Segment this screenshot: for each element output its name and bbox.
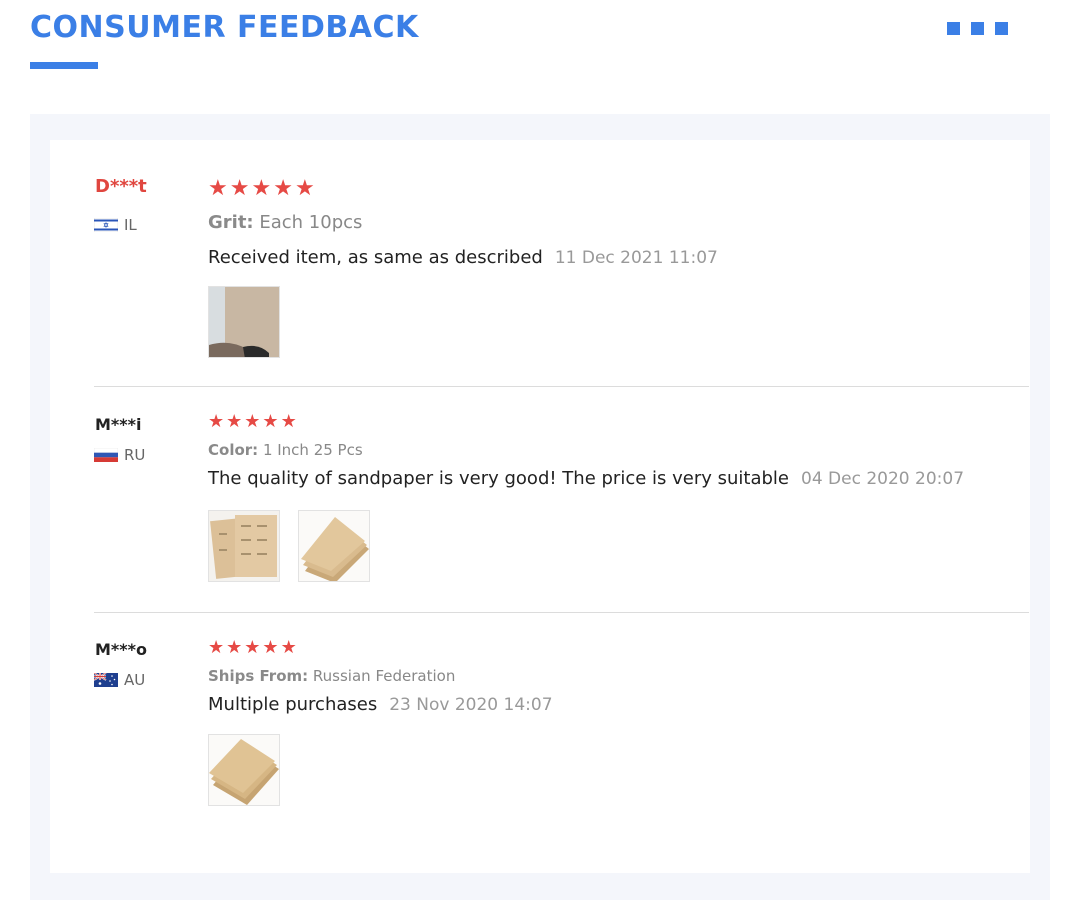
product-photo-image bbox=[209, 735, 279, 805]
review-date: 11 Dec 2021 11:07 bbox=[554, 248, 718, 268]
country-code: AU bbox=[124, 671, 146, 689]
star-icon: ★ bbox=[208, 176, 228, 201]
attribute-key: Ships From: bbox=[208, 667, 309, 685]
review-comment: Multiple purchases 23 Nov 2020 14:07 bbox=[208, 694, 553, 715]
square-icon bbox=[971, 22, 984, 35]
review-photo[interactable] bbox=[208, 510, 280, 582]
attribute-value: Each 10pcs bbox=[259, 212, 363, 233]
review-divider bbox=[94, 612, 1029, 613]
square-icon bbox=[995, 22, 1008, 35]
review-photo[interactable] bbox=[208, 286, 280, 358]
section-title: CONSUMER FEEDBACK bbox=[30, 10, 419, 45]
reviewer-name: D***t bbox=[95, 176, 147, 197]
star-icon: ★ bbox=[294, 176, 315, 201]
reviewer-country: IL bbox=[94, 216, 137, 234]
star-icon: ★ bbox=[262, 637, 279, 658]
star-rating: ★ ★ ★ ★ ★ bbox=[208, 639, 297, 657]
product-photo-image bbox=[209, 287, 279, 357]
star-icon: ★ bbox=[226, 637, 243, 658]
star-icon: ★ bbox=[251, 176, 272, 201]
review-date: 04 Dec 2020 20:07 bbox=[801, 469, 965, 489]
country-code: RU bbox=[124, 446, 146, 464]
star-icon: ★ bbox=[244, 637, 261, 658]
review-photo[interactable] bbox=[298, 510, 370, 582]
comment-text: Multiple purchases bbox=[208, 694, 378, 715]
reviewer-name: M***i bbox=[95, 415, 142, 434]
reviewer-country: RU bbox=[94, 446, 145, 464]
reviewer-name: M***o bbox=[95, 640, 148, 659]
star-icon: ★ bbox=[208, 637, 225, 658]
product-photo-image bbox=[209, 511, 279, 581]
decorative-squares bbox=[947, 22, 1008, 35]
star-icon: ★ bbox=[226, 411, 243, 432]
star-rating: ★ ★ ★ ★ ★ bbox=[208, 413, 297, 431]
comment-text: The quality of sandpaper is very good! T… bbox=[208, 468, 790, 489]
star-icon: ★ bbox=[244, 411, 261, 432]
product-attribute: Ships From: Russian Federation bbox=[208, 667, 455, 685]
star-icon: ★ bbox=[273, 176, 293, 201]
attribute-value: Russian Federation bbox=[312, 667, 456, 685]
reviewer-country: AU bbox=[94, 671, 145, 689]
title-underline bbox=[30, 62, 98, 69]
review-comment: Received item, as same as described 11 De… bbox=[208, 247, 718, 268]
star-icon: ★ bbox=[280, 637, 297, 658]
review-date: 23 Nov 2020 14:07 bbox=[389, 695, 553, 715]
star-icon: ★ bbox=[280, 411, 297, 432]
product-photo-image bbox=[299, 511, 369, 581]
attribute-key: Grit: bbox=[208, 212, 254, 233]
product-attribute: Grit: Each 10pcs bbox=[208, 212, 362, 233]
attribute-value: 1 Inch 25 Pcs bbox=[262, 441, 363, 459]
star-icon: ★ bbox=[262, 411, 279, 432]
product-attribute: Color: 1 Inch 25 Pcs bbox=[208, 441, 363, 459]
square-icon bbox=[947, 22, 960, 35]
australia-flag-icon bbox=[94, 673, 118, 687]
country-code: IL bbox=[124, 216, 137, 234]
review-comment: The quality of sandpaper is very good! T… bbox=[208, 468, 964, 489]
review-photo[interactable] bbox=[208, 734, 280, 806]
star-icon: ★ bbox=[208, 411, 225, 432]
star-rating: ★ ★ ★ ★ ★ bbox=[208, 178, 315, 200]
comment-text: Received item, as same as described bbox=[208, 247, 543, 268]
review-divider bbox=[94, 386, 1029, 387]
star-icon: ★ bbox=[229, 176, 250, 201]
israel-flag-icon bbox=[94, 218, 118, 232]
russia-flag-icon bbox=[94, 448, 118, 462]
attribute-key: Color: bbox=[208, 441, 259, 459]
